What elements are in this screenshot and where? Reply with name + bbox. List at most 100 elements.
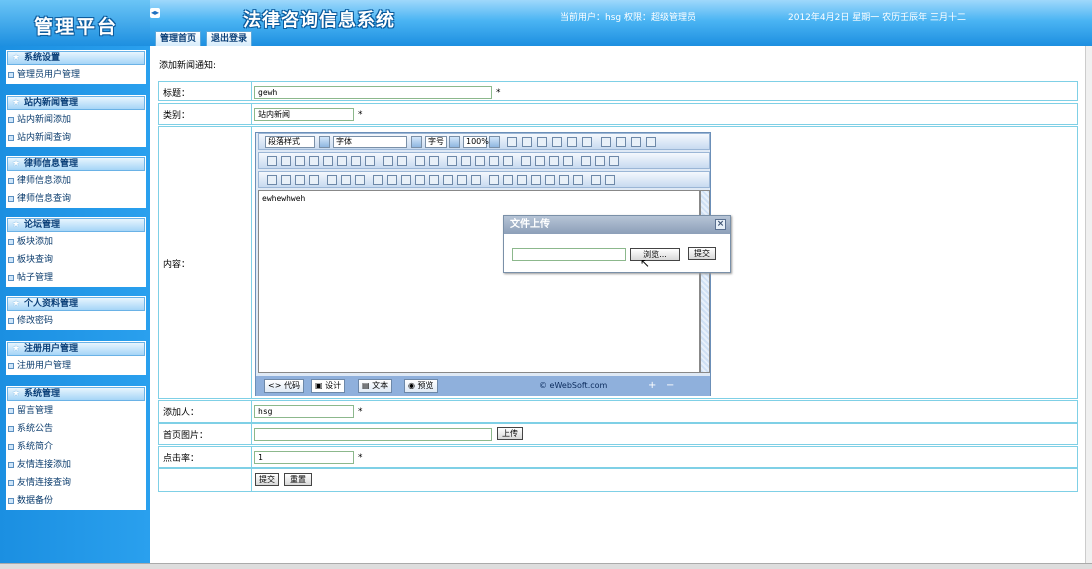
style-icon[interactable] [549,156,559,166]
sidebar-item-messages[interactable]: 留言管理 [6,402,146,420]
sidebar-item-board-add[interactable]: 板块添加 [6,233,146,251]
sidebar-item-intro[interactable]: 系统简介 [6,438,146,456]
sidebar-item-link-query[interactable]: 友情连接查询 [6,474,146,492]
paste-icon[interactable] [295,156,305,166]
font-select[interactable]: 字体 [333,136,407,148]
ordered-list-icon[interactable] [447,156,457,166]
redo-icon[interactable] [397,156,407,166]
sidebar-item-news-add[interactable]: 站内新闻添加 [6,111,146,129]
sidebar-toggle-icon[interactable]: ◂▸ [150,8,160,18]
submit-button[interactable]: 提交 [255,473,279,486]
layer-front-icon[interactable] [595,156,605,166]
map-icon[interactable] [457,175,467,185]
attachment-icon[interactable] [309,175,319,185]
link-icon[interactable] [429,175,439,185]
hr-icon[interactable] [401,175,411,185]
tab-admin-home[interactable]: 管理首页 [155,31,202,46]
clicks-input[interactable]: 1 [254,451,354,464]
sidebar-item-board-query[interactable]: 板块查询 [6,251,146,269]
paste-word-icon[interactable] [323,156,333,166]
dialog-submit-button[interactable]: 提交 [688,247,716,260]
adder-input[interactable]: hsg [254,405,354,418]
layer-back-icon[interactable] [609,156,619,166]
align-justify-icon[interactable] [646,137,656,147]
chevron-down-icon[interactable] [411,136,422,148]
menu-header[interactable]: ★ 系统设置 [7,51,145,65]
text-color-icon[interactable] [521,156,531,166]
italic-icon[interactable] [522,137,532,147]
undo-icon[interactable] [383,156,393,166]
sidebar-item-backup[interactable]: 数据备份 [6,492,146,510]
image-input[interactable] [254,428,492,441]
outdent-icon[interactable] [475,156,485,166]
pointer-icon[interactable] [429,156,439,166]
delete-icon[interactable] [351,156,361,166]
editor-copyright[interactable]: © eWebSoft.com [539,381,607,390]
menu-header[interactable]: ★ 站内新闻管理 [7,96,145,110]
upload-button[interactable]: 上传 [497,427,523,440]
tab-logout[interactable]: 退出登录 [206,31,253,46]
tab-preview[interactable]: ◉ 预览 [404,379,438,393]
sidebar-item-admin-users[interactable]: 管理员用户管理 [6,66,146,84]
screenshot-icon[interactable] [341,175,351,185]
title-input[interactable]: gewh [254,86,492,99]
special-char-icon[interactable] [489,175,499,185]
align-right-icon[interactable] [631,137,641,147]
tab-code[interactable]: <> 代码 [264,379,304,393]
plus-icon[interactable]: + [648,380,656,391]
select-all-icon[interactable] [365,156,375,166]
superscript-icon[interactable] [567,137,577,147]
frame-icon[interactable] [373,175,383,185]
paragraph-icon[interactable] [503,156,513,166]
table-icon[interactable] [355,175,365,185]
zoom-select[interactable]: 100% [463,136,489,148]
paste-text-icon[interactable] [309,156,319,166]
layer-icon[interactable] [581,156,591,166]
browse-button[interactable]: 浏览... [630,248,680,261]
media-icon[interactable] [295,175,305,185]
sidebar-item-news-query[interactable]: 站内新闻查询 [6,129,146,147]
emoticon-icon[interactable] [503,175,513,185]
symbol-icon[interactable] [517,175,527,185]
unordered-list-icon[interactable] [461,156,471,166]
subscript-icon[interactable] [582,137,592,147]
tab-text[interactable]: ▤ 文本 [358,379,393,393]
category-input[interactable]: 站内新闻 [254,108,354,121]
sidebar-item-lawyer-add[interactable]: 律师信息添加 [6,172,146,190]
about-icon[interactable] [605,175,615,185]
cut-icon[interactable] [267,156,277,166]
fullscreen-icon[interactable] [591,175,601,185]
file-path-input[interactable] [512,248,626,261]
menu-header[interactable]: ★ 律师信息管理 [7,157,145,171]
strikethrough-icon[interactable] [552,137,562,147]
sidebar-item-announcement[interactable]: 系统公告 [6,420,146,438]
art-text-icon[interactable] [545,175,555,185]
reset-button[interactable]: 重置 [284,473,312,486]
sidebar-item-registered-users[interactable]: 注册用户管理 [6,357,146,375]
menu-header[interactable]: ★ 系统管理 [7,387,145,401]
form-icon[interactable] [387,175,397,185]
date-icon[interactable] [559,175,569,185]
bold-icon[interactable] [507,137,517,147]
indent-icon[interactable] [489,156,499,166]
marquee-icon[interactable] [415,175,425,185]
anchor-icon[interactable] [443,175,453,185]
bg-color-icon[interactable] [535,156,545,166]
time-icon[interactable] [573,175,583,185]
page-scrollbar[interactable] [1085,46,1092,563]
menu-header[interactable]: ★ 注册用户管理 [7,342,145,356]
close-icon[interactable]: × [715,219,726,230]
font-size-select[interactable]: 字号 [425,136,447,148]
select-icon[interactable] [415,156,425,166]
image-icon[interactable] [267,175,277,185]
sidebar-item-change-password[interactable]: 修改密码 [6,312,146,330]
paragraph-style-select[interactable]: 段落样式 [265,136,315,148]
sidebar-item-link-add[interactable]: 友情连接添加 [6,456,146,474]
find-icon[interactable] [337,156,347,166]
chevron-down-icon[interactable] [449,136,460,148]
chevron-down-icon[interactable] [489,136,500,148]
align-center-icon[interactable] [616,137,626,147]
remote-image-icon[interactable] [327,175,337,185]
minus-icon[interactable]: − [666,380,674,391]
underline-icon[interactable] [537,137,547,147]
